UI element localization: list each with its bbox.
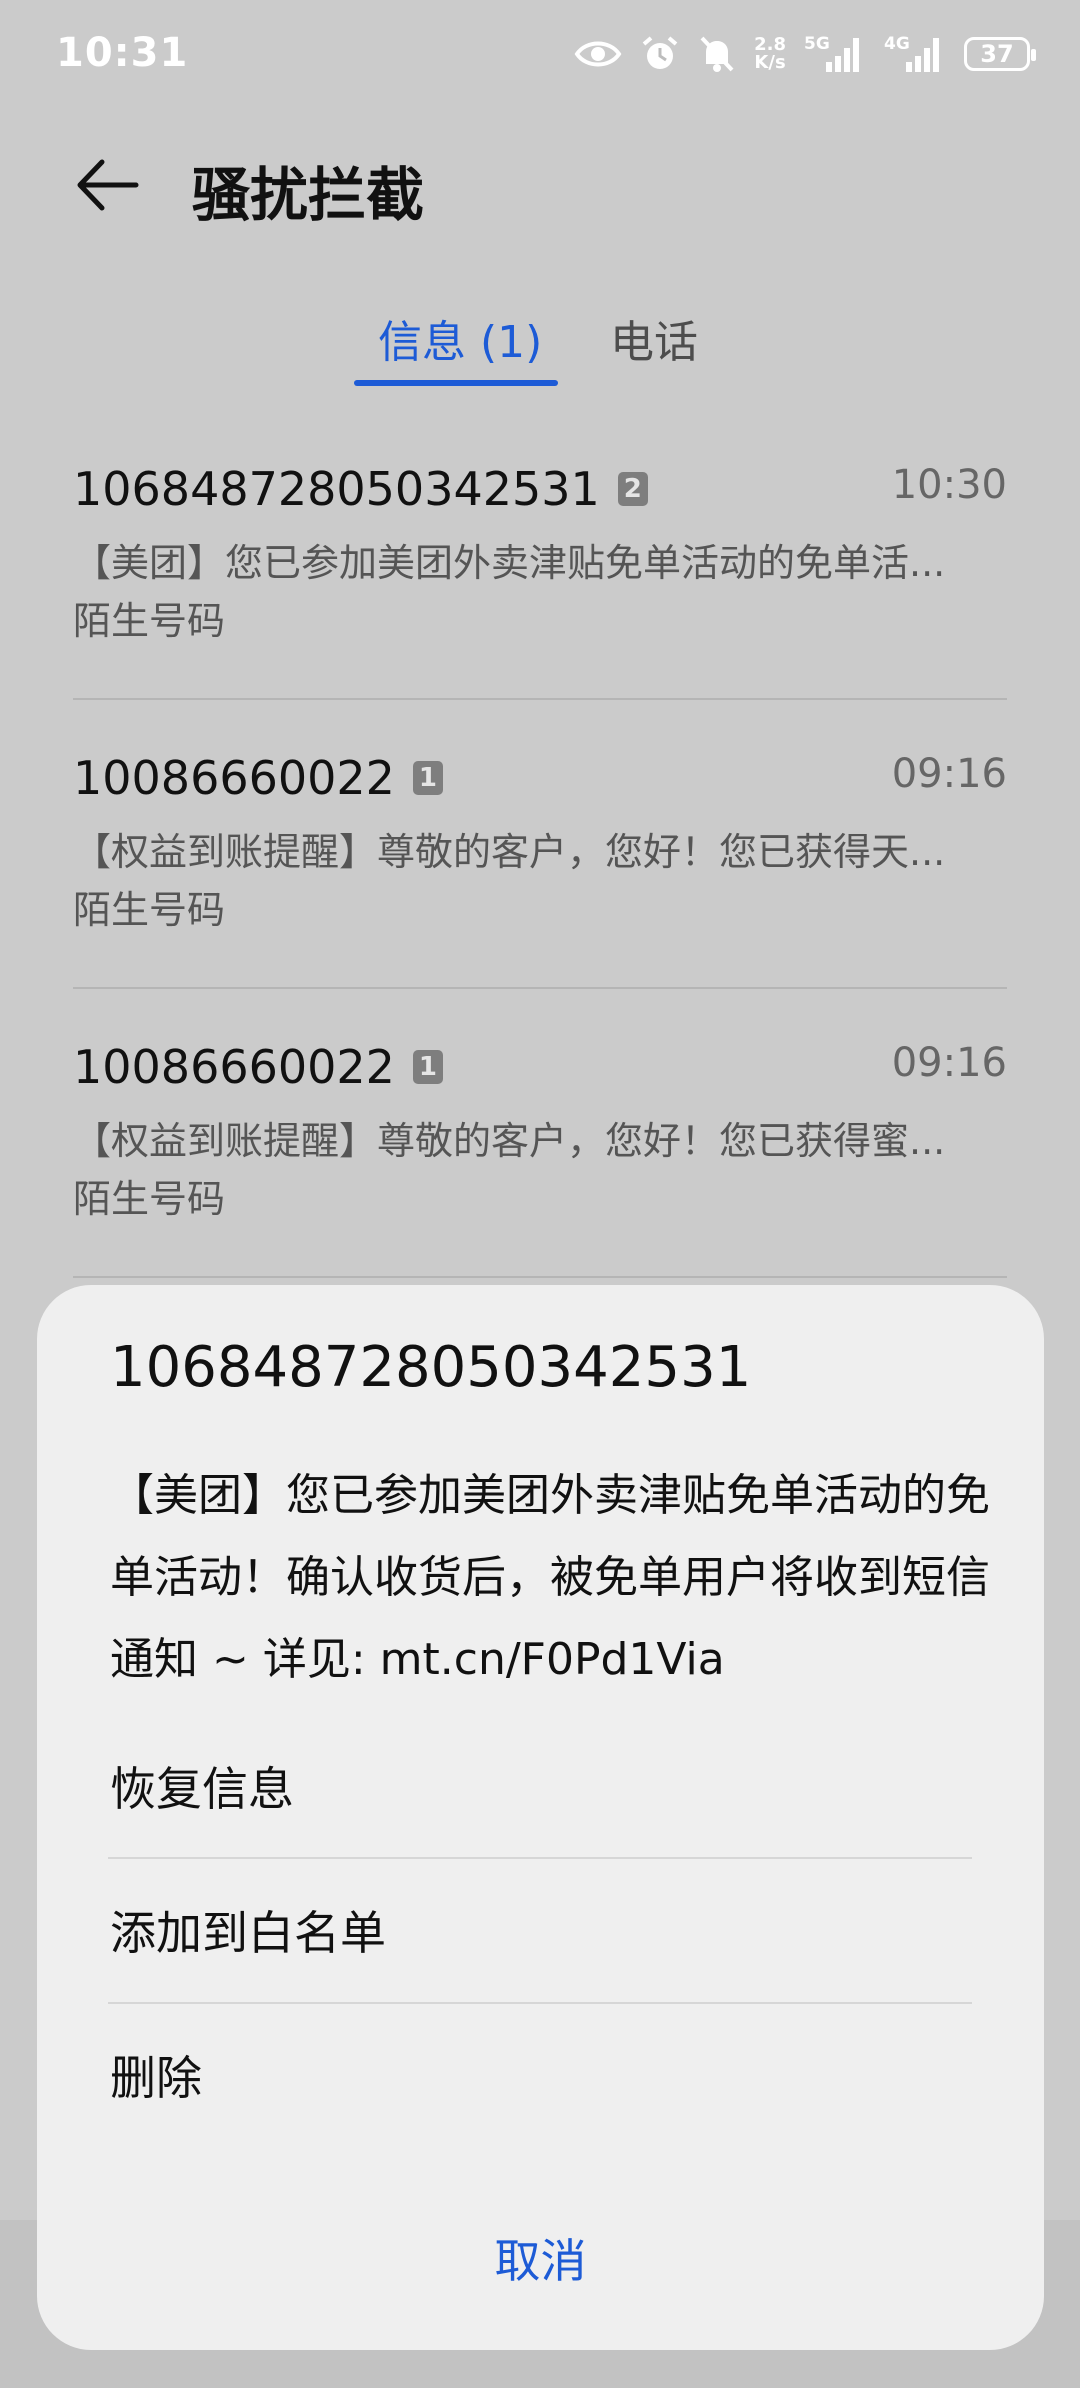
message-time: 09:16 <box>891 1040 1007 1086</box>
message-time: 10:30 <box>891 462 1007 508</box>
message-tag: 陌生号码 <box>73 1177 226 1221</box>
delete-button[interactable]: 删除 <box>110 2042 202 2108</box>
cancel-button[interactable]: 取消 <box>37 2225 1044 2291</box>
message-count-badge: 1 <box>412 1050 443 1084</box>
active-tab-indicator <box>354 380 558 386</box>
message-preview: 【权益到账提醒】尊敬的客户，您好！您已获得蜜... <box>73 1119 946 1163</box>
message-number: 10086660022 <box>73 1040 395 1094</box>
message-preview: 【美团】您已参加美团外卖津贴免单活动的免单活... <box>73 541 946 585</box>
message-time: 09:16 <box>891 751 1007 797</box>
alarm-icon <box>642 36 678 69</box>
signal-bars-icon <box>826 38 859 72</box>
back-arrow-icon <box>77 159 139 211</box>
restore-message-button[interactable]: 恢复信息 <box>110 1753 294 1819</box>
tab-messages[interactable]: 信息 (1) <box>378 306 542 370</box>
signal-5g: 5G <box>804 34 866 74</box>
bell-off-icon <box>700 36 734 72</box>
divider <box>108 2002 972 2004</box>
sheet-message-body: 【美团】您已参加美团外卖津贴免单活动的免单活动！确认收货后，被免单用户将收到短信… <box>110 1470 990 1685</box>
eye-icon <box>574 41 622 67</box>
signal-bars-icon <box>906 38 939 72</box>
message-tag: 陌生号码 <box>73 888 226 932</box>
list-item[interactable]: 10086660022 1 09:16 【权益到账提醒】尊敬的客户，您好！您已获… <box>73 729 1007 1017</box>
divider <box>108 1857 972 1859</box>
message-count-badge: 1 <box>412 761 443 795</box>
signal-4g: 4G <box>884 34 946 74</box>
status-icons: 2.8 K/s 5G 4G 37 <box>574 34 1036 74</box>
page-title: 骚扰拦截 <box>192 161 425 229</box>
message-count-badge: 2 <box>617 472 648 506</box>
list-item[interactable]: 106848728050342531 2 10:30 【美团】您已参加美团外卖津… <box>73 440 1007 728</box>
divider <box>73 1276 1007 1278</box>
status-bar: 10:31 2.8 K/s 5G 4G 37 <box>0 0 1080 120</box>
message-number: 106848728050342531 <box>73 462 600 516</box>
list-item[interactable]: 10086660022 1 09:16 【权益到账提醒】尊敬的客户，您好！您已获… <box>73 1018 1007 1306</box>
back-button[interactable] <box>72 150 142 220</box>
battery-indicator: 37 <box>964 37 1036 71</box>
divider <box>73 987 1007 989</box>
message-preview: 【权益到账提醒】尊敬的客户，您好！您已获得天... <box>73 830 946 874</box>
status-time: 10:31 <box>56 30 189 76</box>
message-tag: 陌生号码 <box>73 599 226 643</box>
add-to-whitelist-button[interactable]: 添加到白名单 <box>110 1897 386 1963</box>
tab-calls[interactable]: 电话 <box>610 306 698 370</box>
message-number: 10086660022 <box>73 751 395 805</box>
message-action-sheet: 106848728050342531 【美团】您已参加美团外卖津贴免单活动的免单… <box>37 1285 1044 2350</box>
net-speed: 2.8 K/s <box>754 34 786 73</box>
sheet-title: 106848728050342531 <box>110 1335 752 1400</box>
divider <box>73 698 1007 700</box>
